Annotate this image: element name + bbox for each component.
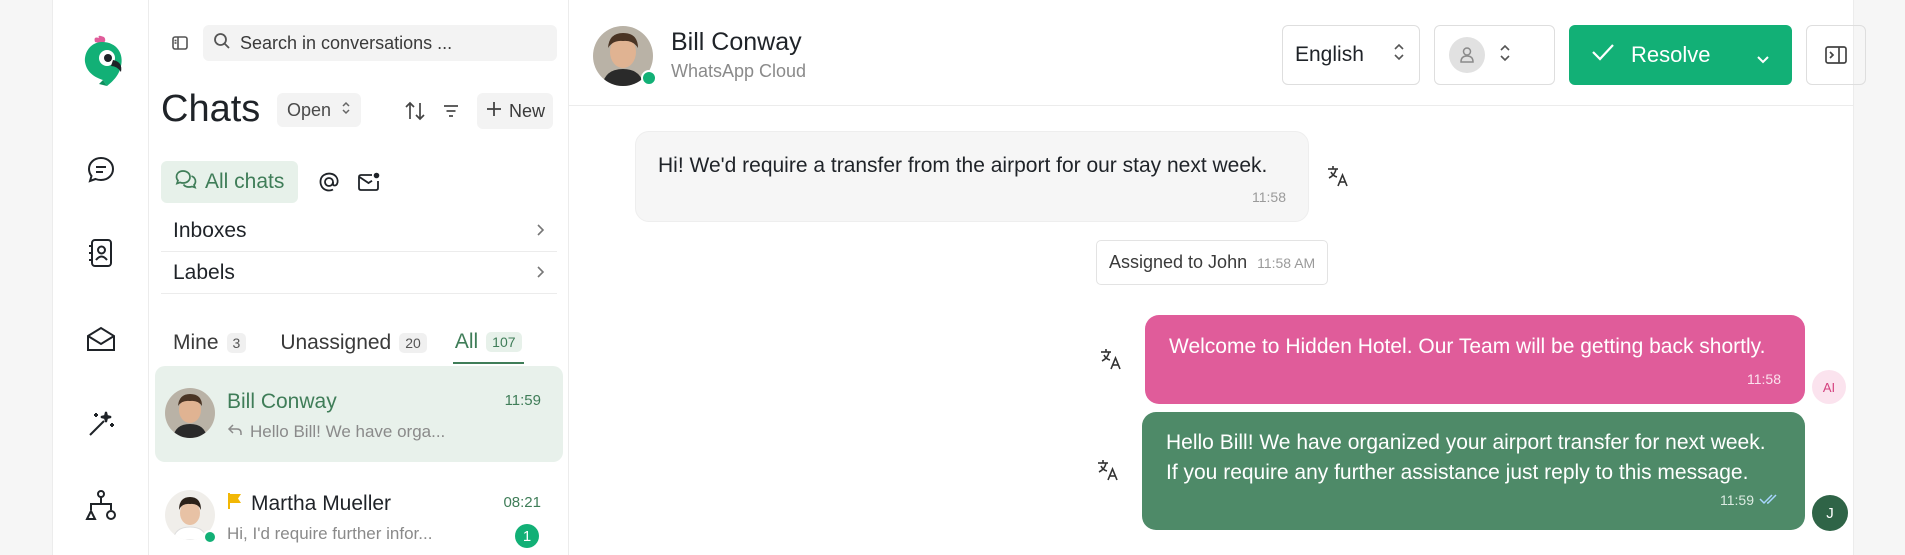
message-line: If you require any further assistance ju… xyxy=(1166,461,1749,484)
tab-all-label: All xyxy=(454,330,479,353)
message-text: Welcome to Hidden Hotel. Our Team will b… xyxy=(1169,335,1766,358)
status-filter-value: Open xyxy=(287,99,332,120)
conversation-header: Bill Conway WhatsApp Cloud English Resol… xyxy=(569,0,1866,106)
plus-icon xyxy=(485,100,503,123)
app-window: Chats Open New xyxy=(53,0,1866,555)
double-check-icon xyxy=(1759,492,1781,508)
agent-sender-badge: J xyxy=(1812,495,1848,531)
chevron-updown-icon xyxy=(1393,42,1405,68)
resolve-button[interactable]: Resolve xyxy=(1569,25,1792,85)
conversation-item[interactable]: Martha Mueller Hi, I'd require further i… xyxy=(155,468,563,555)
all-chats-button[interactable]: All chats xyxy=(161,161,299,203)
chevron-down-icon[interactable] xyxy=(1756,47,1770,73)
agent-reply-message: Hello Bill! We have organized your airpo… xyxy=(1142,412,1805,530)
all-chats-label: All chats xyxy=(205,170,285,193)
parrot-logo-icon[interactable] xyxy=(77,34,127,88)
translate-icon[interactable] xyxy=(1099,347,1123,371)
message-text: Hello Bill! We have organized your airpo… xyxy=(1166,428,1766,488)
message-time: 11:58 xyxy=(1252,189,1286,205)
conversation-view: Bill Conway WhatsApp Cloud English Resol… xyxy=(569,0,1866,555)
contacts-icon[interactable] xyxy=(83,235,119,271)
message-line: Hello Bill! We have organized your airpo… xyxy=(1166,431,1766,454)
sort-icon[interactable] xyxy=(403,100,427,122)
language-select[interactable]: English xyxy=(1282,25,1420,85)
online-status-dot xyxy=(641,70,657,86)
ai-reply-message: Welcome to Hidden Hotel. Our Team will b… xyxy=(1145,315,1805,404)
unread-count-badge: 1 xyxy=(515,524,539,548)
conversation-preview: Hi, I'd require further infor... xyxy=(227,524,433,543)
tab-all[interactable]: All 107 xyxy=(452,322,524,364)
chevron-right-icon xyxy=(535,261,545,285)
avatar xyxy=(165,388,215,438)
contact-name[interactable]: Bill Conway xyxy=(671,28,802,57)
chat-bubble-icon[interactable] xyxy=(83,152,119,188)
conversation-time: 08:21 xyxy=(503,494,541,511)
contact-channel: WhatsApp Cloud xyxy=(671,61,807,81)
conversation-name: Martha Mueller xyxy=(227,492,391,516)
message-text: Hi! We'd require a transfer from the air… xyxy=(658,154,1268,177)
tab-unassigned-count: 20 xyxy=(399,333,427,353)
conversation-time: 11:59 xyxy=(504,392,541,409)
incoming-message: Hi! We'd require a transfer from the air… xyxy=(635,131,1309,222)
chevron-right-icon xyxy=(535,219,545,243)
chevron-updown-icon xyxy=(1499,43,1511,68)
tab-mine-label: Mine xyxy=(173,331,219,354)
resolve-label: Resolve xyxy=(1631,42,1711,67)
new-chat-button[interactable]: New xyxy=(477,93,554,129)
tab-all-count: 107 xyxy=(486,332,522,352)
assignee-select[interactable] xyxy=(1434,25,1555,85)
online-status-dot xyxy=(203,530,217,544)
activity-text: Assigned to John xyxy=(1109,252,1248,272)
tab-mine[interactable]: Mine 3 xyxy=(161,322,258,364)
flag-icon xyxy=(227,492,243,516)
new-chat-label: New xyxy=(509,100,546,121)
nav-rail xyxy=(53,0,149,555)
search-box xyxy=(203,25,557,61)
unread-mail-icon[interactable] xyxy=(357,170,381,194)
assignment-tabs: Mine 3 Unassigned 20 All 107 xyxy=(161,322,524,364)
ai-sender-badge: AI xyxy=(1812,370,1846,404)
translate-icon[interactable] xyxy=(1326,164,1350,188)
conversation-name: Bill Conway xyxy=(227,390,337,413)
inbox-envelope-icon[interactable] xyxy=(83,321,119,357)
magic-wand-icon[interactable] xyxy=(83,406,119,442)
user-placeholder-icon xyxy=(1449,37,1485,73)
inboxes-row[interactable]: Inboxes xyxy=(161,210,557,252)
message-time: 11:58 xyxy=(1747,371,1781,387)
chats-icon xyxy=(175,169,197,195)
status-filter-select[interactable]: Open xyxy=(277,93,362,127)
activity-message: Assigned to John 11:58 AM xyxy=(1096,240,1329,285)
activity-time: 11:58 AM xyxy=(1257,254,1316,271)
tab-mine-count: 3 xyxy=(226,333,247,353)
search-input[interactable] xyxy=(240,32,540,54)
org-chart-icon[interactable] xyxy=(83,488,119,524)
search-icon xyxy=(213,32,231,55)
labels-label: Labels xyxy=(173,260,235,284)
filter-icon[interactable] xyxy=(441,101,461,121)
labels-row[interactable]: Labels xyxy=(161,252,557,294)
message-time: 11:59 xyxy=(1720,492,1781,508)
translate-icon[interactable] xyxy=(1096,458,1120,482)
mentions-icon[interactable] xyxy=(317,170,341,194)
inboxes-label: Inboxes xyxy=(173,218,247,242)
check-icon xyxy=(1591,42,1615,68)
language-value: English xyxy=(1295,43,1364,66)
chat-list-panel: Chats Open New xyxy=(149,0,569,555)
page-title: Chats xyxy=(161,88,261,130)
conversation-item[interactable]: Bill Conway Hello Bill! We have orga... … xyxy=(155,366,563,462)
chevron-updown-icon xyxy=(341,100,351,121)
contact-panel-toggle-icon[interactable] xyxy=(1806,25,1866,85)
sidebar-toggle-icon[interactable] xyxy=(171,34,189,52)
reply-arrow-icon xyxy=(227,422,243,442)
tab-unassigned-label: Unassigned xyxy=(280,331,392,354)
conversation-preview: Hello Bill! We have orga... xyxy=(227,422,445,442)
tab-unassigned[interactable]: Unassigned 20 xyxy=(268,322,438,364)
